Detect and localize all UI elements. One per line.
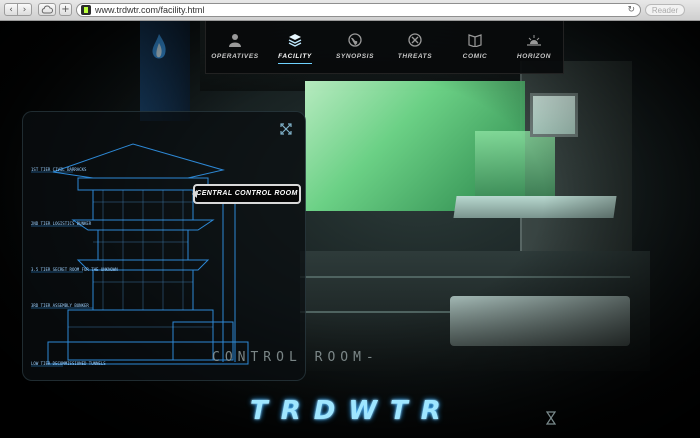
nav-item-comic[interactable]: COMIC	[446, 21, 504, 73]
reader-button[interactable]: Reader	[645, 4, 685, 16]
nav-label: COMIC	[462, 53, 488, 60]
nav-item-horizon[interactable]: HORIZON	[505, 21, 563, 73]
floor-label: 2ND TIER LOGISTICS BUNKER	[31, 221, 92, 226]
active-indicator	[278, 63, 312, 64]
nav-label: OPERATIVES	[211, 53, 259, 60]
nav-label: SYNOPSIS	[335, 53, 375, 60]
nav-item-operatives[interactable]: OPERATIVES	[206, 21, 264, 73]
nav-label: HORIZON	[516, 53, 552, 60]
target-icon	[408, 33, 422, 47]
forward-button[interactable]: ›	[18, 3, 32, 16]
main-nav: OPERATIVES FACILITY SYNOPSIS THREATS COM…	[205, 21, 564, 74]
browser-toolbar: ‹ › + www.trdwtr.com/facility.html ↻ Rea…	[0, 0, 700, 21]
layers-icon	[288, 34, 302, 47]
add-bookmark-button[interactable]: +	[59, 3, 72, 16]
floor-label: 3RD TIER ASSEMBLY BUNKER	[31, 303, 89, 308]
hourglass-icon	[546, 411, 556, 425]
url-text: www.trdwtr.com/facility.html	[95, 5, 205, 15]
room-caption: CONTROL ROOM-	[212, 350, 379, 365]
person-icon	[229, 34, 241, 47]
expand-icon[interactable]	[280, 123, 292, 135]
floor-label: 3.5 TIER SECRET ROOM FOR THE UNKNOWN	[31, 267, 118, 272]
nav-label: THREATS	[397, 53, 433, 60]
cloud-icon	[41, 5, 53, 14]
floor-label: LOW TIER DECOMMISSIONED TUNNELS	[31, 361, 106, 366]
site-logo[interactable]: TRDWTR	[250, 396, 454, 426]
icloud-tabs-button[interactable]	[38, 3, 56, 16]
history-buttons: ‹ ›	[4, 3, 32, 16]
site-favicon-icon	[81, 5, 91, 15]
facility-blueprint-panel[interactable]: 1ST TIER CIVIL BARRACKS 2ND TIER LOGISTI…	[22, 111, 306, 381]
address-bar[interactable]: www.trdwtr.com/facility.html ↻	[76, 3, 641, 17]
book-icon	[468, 34, 482, 47]
globe-icon	[348, 33, 362, 47]
nav-item-synopsis[interactable]: SYNOPSIS	[326, 21, 384, 73]
back-button[interactable]: ‹	[4, 3, 18, 16]
reload-icon[interactable]: ↻	[627, 5, 635, 15]
nav-item-threats[interactable]: THREATS	[386, 21, 444, 73]
floor-label: 1ST TIER CIVIL BARRACKS	[31, 167, 87, 172]
facility-blueprint-drawing[interactable]	[23, 112, 305, 380]
nav-label: FACILITY	[278, 53, 312, 60]
room-tooltip: CENTRAL CONTROL ROOM	[192, 184, 301, 204]
control-room-scene: 1ST TIER CIVIL BARRACKS 2ND TIER LOGISTI…	[0, 21, 700, 438]
nav-item-facility[interactable]: FACILITY	[266, 21, 324, 73]
sunrise-icon	[527, 35, 541, 46]
